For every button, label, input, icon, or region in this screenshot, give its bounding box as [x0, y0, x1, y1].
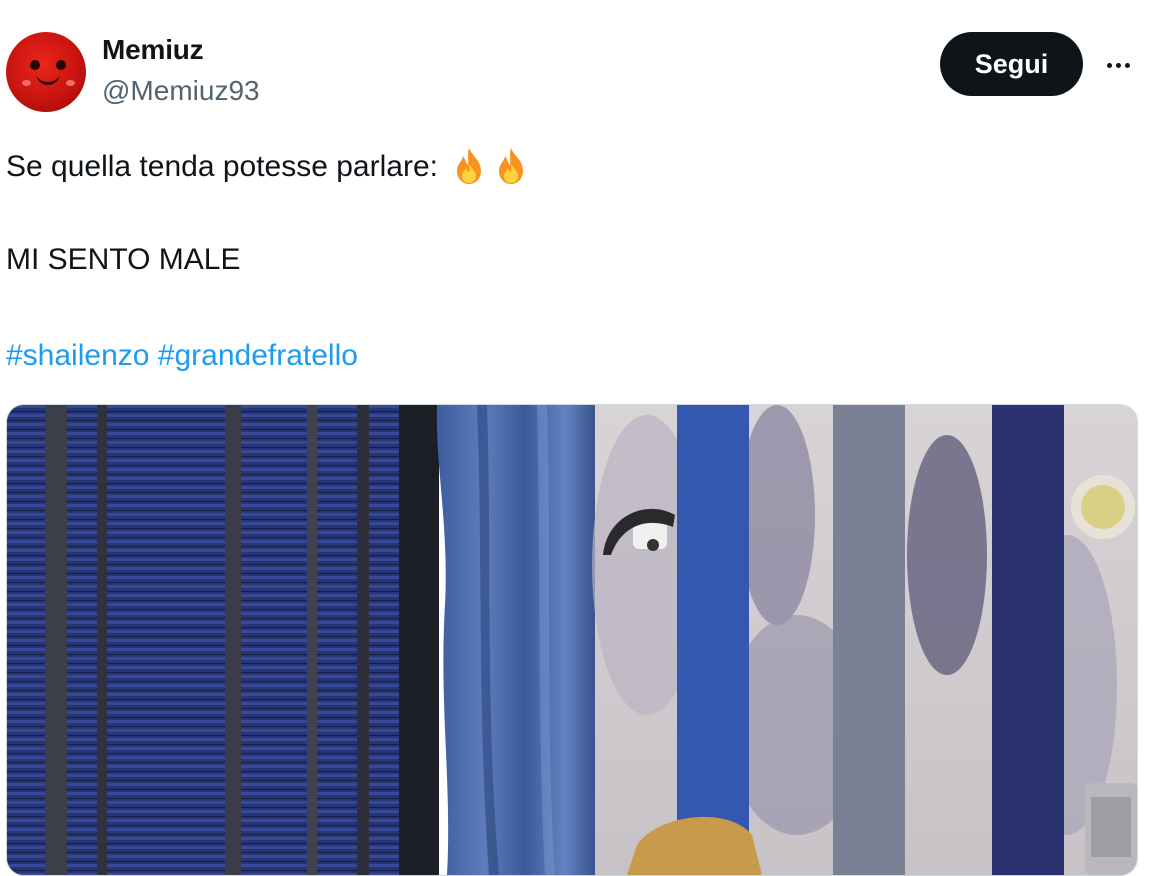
avatar-cheek-right [66, 80, 75, 86]
avatar-eye-left [30, 60, 40, 70]
avatar-mouth [36, 72, 60, 85]
more-options-icon[interactable] [1101, 48, 1135, 82]
follow-button[interactable]: Segui [940, 32, 1083, 96]
more-dot [1115, 62, 1121, 68]
avatar-cheek-left [22, 80, 31, 86]
fire-emoji-icon [499, 148, 524, 184]
tweet-text-line-2: MI SENTO MALE [6, 243, 241, 276]
hashtag-link[interactable]: #shailenzo [6, 339, 149, 372]
more-dot [1106, 62, 1112, 68]
author-avatar[interactable] [6, 32, 86, 112]
tweet-hashtags: #shailenzo #grandefratello [6, 338, 358, 374]
author-handle[interactable]: @Memiuz93 [102, 75, 260, 107]
tweet-text-line-1: Se quella tenda potesse parlare: [6, 146, 530, 186]
author-display-name[interactable]: Memiuz [102, 34, 204, 66]
window-blinds [7, 405, 437, 875]
fire-emoji-icon [457, 148, 482, 184]
tweet-media-video[interactable] [6, 404, 1138, 876]
hashtag-link[interactable]: #grandefratello [158, 339, 358, 372]
tweet-text: Se quella tenda potesse parlare: [6, 150, 438, 183]
more-dot [1124, 62, 1130, 68]
video-frame-image [7, 405, 1137, 875]
avatar-eye-right [56, 60, 66, 70]
